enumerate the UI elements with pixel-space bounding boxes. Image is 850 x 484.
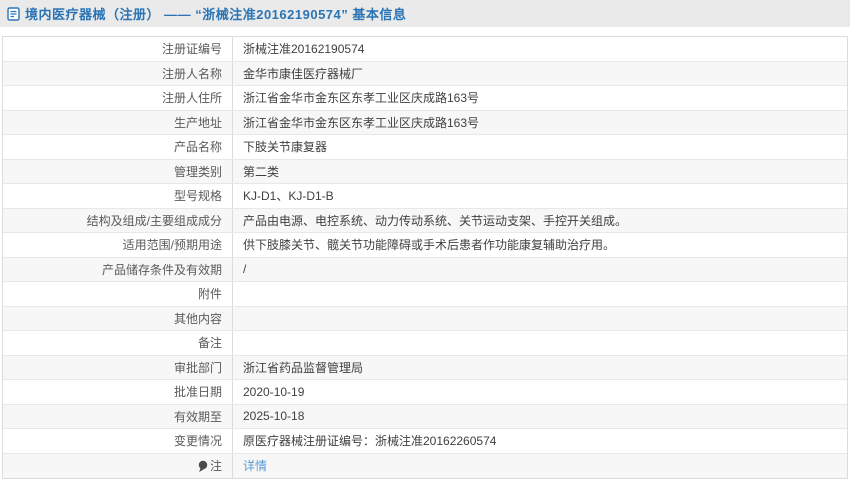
- row-label-text: 附件: [197, 287, 222, 302]
- row-label-text: 变更情况: [173, 434, 222, 449]
- row-value-text: 金华市康佳医疗器械厂: [243, 66, 364, 81]
- row-label: 结构及组成/主要组成成分: [3, 208, 233, 232]
- detail-link[interactable]: 详情: [243, 457, 267, 474]
- row-value: 下肢关节康复器: [233, 135, 847, 159]
- row-value: 详情: [233, 454, 847, 479]
- table-row: 产品名称 下肢关节康复器: [3, 135, 847, 160]
- row-label-text: 型号规格: [173, 189, 222, 204]
- row-label: 其他内容: [3, 306, 233, 330]
- row-value: 浙江省金华市金东区东孝工业区庆成路163号: [233, 111, 847, 135]
- row-label-text: 产品储存条件及有效期: [101, 262, 222, 277]
- row-value-text: 浙械注准20162190574: [243, 42, 365, 57]
- row-label-text: 审批部门: [173, 360, 222, 375]
- note-pin-icon: [197, 460, 208, 473]
- table-row: 注册人名称 金华市康佳医疗器械厂: [3, 61, 847, 86]
- row-value: 供下肢膝关节、髋关节功能障碍或手术后患者作功能康复辅助治疗用。: [233, 233, 847, 257]
- row-value: 原医疗器械注册证编号：浙械注准20162260574: [233, 429, 847, 453]
- row-value-text: 2020-10-19: [243, 384, 305, 399]
- row-value: 金华市康佳医疗器械厂: [233, 62, 847, 86]
- table-row: 批准日期 2020-10-19: [3, 380, 847, 405]
- row-value-text: 浙江省药品监督管理局: [243, 360, 364, 375]
- row-label: 备注: [3, 331, 233, 355]
- row-value: 产品由电源、电控系统、动力传动系统、关节运动支架、手控开关组成。: [233, 209, 847, 233]
- row-value: [233, 282, 847, 306]
- row-label-text: 产品名称: [173, 140, 222, 155]
- row-label: 有效期至: [3, 404, 233, 428]
- table-row: 注册证编号 浙械注准20162190574: [3, 37, 847, 62]
- table-row: 变更情况 原医疗器械注册证编号：浙械注准20162260574: [3, 429, 847, 454]
- row-label-text: 注: [209, 459, 222, 474]
- row-label: 产品名称: [3, 135, 233, 159]
- info-table: 注册证编号 浙械注准20162190574 注册人名称 金华市康佳医疗器械厂注册人住所…: [2, 36, 848, 479]
- row-label-text: 备注: [197, 336, 222, 351]
- table-row: 附件: [3, 282, 847, 307]
- table-row: 结构及组成/主要组成成分 产品由电源、电控系统、动力传动系统、关节运动支架、手控开…: [3, 208, 847, 233]
- row-value-text: KJ-D1、KJ-D1-B: [243, 189, 334, 204]
- row-label: 变更情况: [3, 429, 233, 453]
- page-title: 境内医疗器械（注册） —— “浙械注准20162190574” 基本信息: [25, 7, 407, 22]
- table-row: 备注: [3, 331, 847, 356]
- table-row: 其他内容: [3, 306, 847, 331]
- row-value: [233, 307, 847, 331]
- row-label: 批准日期: [3, 380, 233, 404]
- row-value: 浙江省金华市金东区东孝工业区庆成路163号: [233, 86, 847, 110]
- row-label: 注: [3, 453, 233, 478]
- row-label-text: 其他内容: [173, 311, 222, 326]
- table-row: 产品储存条件及有效期 /: [3, 257, 847, 282]
- table-row: 审批部门 浙江省药品监督管理局: [3, 355, 847, 380]
- row-label: 生产地址: [3, 110, 233, 134]
- row-label: 适用范围/预期用途: [3, 233, 233, 257]
- row-value-text: 供下肢膝关节、髋关节功能障碍或手术后患者作功能康复辅助治疗用。: [243, 238, 616, 253]
- table-row: 管理类别 第二类: [3, 159, 847, 184]
- table-row: 型号规格 KJ-D1、KJ-D1-B: [3, 184, 847, 209]
- row-value-text: 第二类: [243, 164, 280, 179]
- row-label: 型号规格: [3, 184, 233, 208]
- row-value-text: 浙江省金华市金东区东孝工业区庆成路163号: [243, 115, 480, 130]
- row-value-text: 浙江省金华市金东区东孝工业区庆成路163号: [243, 91, 480, 106]
- row-label: 产品储存条件及有效期: [3, 257, 233, 281]
- row-label-text: 批准日期: [173, 385, 222, 400]
- table-row: 生产地址 浙江省金华市金东区东孝工业区庆成路163号: [3, 110, 847, 135]
- row-value-text: 原医疗器械注册证编号：浙械注准20162260574: [243, 434, 497, 449]
- row-label-text: 结构及组成/主要组成成分: [86, 213, 222, 228]
- row-label-text: 适用范围/预期用途: [122, 238, 222, 253]
- row-label: 注册证编号: [3, 37, 233, 61]
- row-label-text: 注册人名称: [161, 66, 222, 81]
- row-value: 浙械注准20162190574: [233, 37, 847, 61]
- row-value: 浙江省药品监督管理局: [233, 356, 847, 380]
- row-value-text: 产品由电源、电控系统、动力传动系统、关节运动支架、手控开关组成。: [243, 213, 628, 228]
- page-header: 境内医疗器械（注册） —— “浙械注准20162190574” 基本信息: [0, 0, 850, 27]
- row-value-text: 2025-10-18: [243, 409, 305, 424]
- document-icon: [7, 6, 20, 21]
- row-label-text: 有效期至: [173, 409, 222, 424]
- row-label: 注册人住所: [3, 86, 233, 110]
- table-row: 适用范围/预期用途 供下肢膝关节、髋关节功能障碍或手术后患者作功能康复辅助治疗用。: [3, 233, 847, 258]
- row-value: 第二类: [233, 160, 847, 184]
- row-value-text: /: [243, 262, 247, 277]
- row-label-text: 注册人住所: [161, 91, 222, 106]
- row-label: 审批部门: [3, 355, 233, 379]
- row-label-text: 管理类别: [173, 164, 222, 179]
- table-row: 注册人住所 浙江省金华市金东区东孝工业区庆成路163号: [3, 86, 847, 111]
- row-value: KJ-D1、KJ-D1-B: [233, 184, 847, 208]
- row-label: 附件: [3, 282, 233, 306]
- row-label: 管理类别: [3, 159, 233, 183]
- table-row: 注 详情: [3, 453, 847, 479]
- table-row: 有效期至 2025-10-18: [3, 404, 847, 429]
- row-label: 注册人名称: [3, 61, 233, 85]
- row-value-text: 下肢关节康复器: [243, 140, 328, 155]
- row-value: /: [233, 258, 847, 282]
- row-label-text: 注册证编号: [161, 42, 222, 57]
- row-value: [233, 331, 847, 355]
- row-label-text: 生产地址: [173, 115, 222, 130]
- row-value: 2025-10-18: [233, 405, 847, 429]
- row-value: 2020-10-19: [233, 380, 847, 404]
